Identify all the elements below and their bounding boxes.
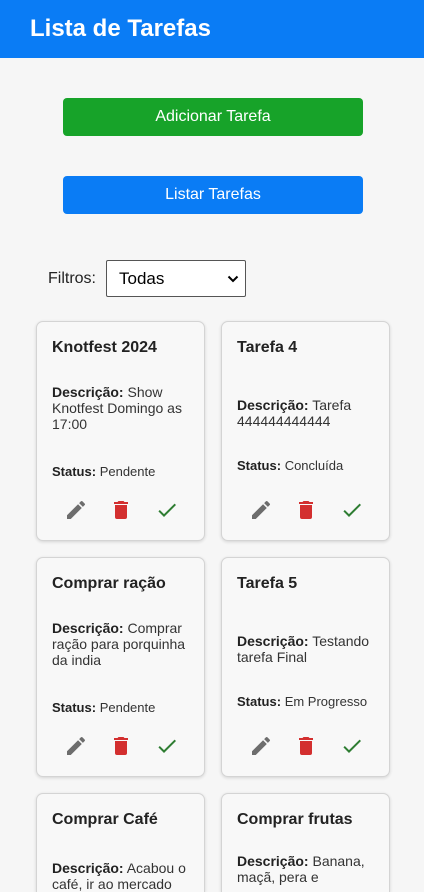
complete-button[interactable] (340, 734, 364, 758)
complete-button[interactable] (155, 734, 179, 758)
task-title: Tarefa 4 (237, 339, 298, 356)
pencil-icon (67, 736, 86, 755)
task-description: Descrição: Show Knotfest Domingo as 17:0… (52, 384, 190, 432)
task-title: Knotfest 2024 (52, 339, 157, 356)
description-label: Descrição: (237, 633, 309, 649)
delete-button[interactable] (109, 498, 133, 522)
task-title: Tarefa 5 (237, 575, 298, 592)
filter-selected-value: Todas (119, 268, 165, 288)
task-card: Knotfest 2024 Descrição: Show Knotfest D… (36, 321, 205, 541)
status-value: Em Progresso (284, 694, 368, 709)
pencil-icon (252, 736, 271, 755)
complete-button[interactable] (155, 498, 179, 522)
check-icon (343, 503, 361, 517)
description-label: Descrição: (237, 853, 309, 869)
task-actions (249, 734, 369, 758)
chevron-down-icon (227, 275, 239, 282)
filter-select[interactable]: Todas (106, 260, 246, 297)
task-title: Comprar ração (52, 575, 166, 592)
edit-button[interactable] (64, 734, 88, 758)
task-status: Status: Concluída (237, 458, 343, 473)
status-label: Status: (52, 700, 97, 715)
task-actions (249, 498, 369, 522)
task-actions (64, 734, 184, 758)
check-icon (158, 503, 176, 517)
status-value: Pendente (99, 464, 156, 479)
list-tasks-button[interactable]: Listar Tarefas (63, 176, 363, 214)
description-label: Descrição: (52, 860, 124, 876)
task-description: Descrição: Banana, maçã, pera e (237, 853, 375, 885)
pencil-icon (252, 500, 271, 519)
trash-icon (299, 501, 313, 519)
edit-button[interactable] (249, 734, 273, 758)
status-value: Pendente (99, 700, 156, 715)
task-description: Descrição: Comprar ração para porquinha … (52, 620, 190, 668)
status-label: Status: (237, 694, 282, 709)
check-icon (158, 739, 176, 753)
filter-row: Filtros: Todas (48, 260, 246, 297)
edit-button[interactable] (64, 498, 88, 522)
task-description: Descrição: Testando tarefa Final (237, 633, 375, 665)
description-label: Descrição: (52, 620, 124, 636)
description-label: Descrição: (237, 397, 309, 413)
trash-icon (114, 501, 128, 519)
task-card: Comprar ração Descrição: Comprar ração p… (36, 557, 205, 777)
trash-icon (299, 737, 313, 755)
delete-button[interactable] (109, 734, 133, 758)
status-label: Status: (52, 464, 97, 479)
task-description: Descrição: Acabou o café, ir ao mercado (52, 860, 190, 892)
task-actions (64, 498, 184, 522)
description-label: Descrição: (52, 384, 124, 400)
status-label: Status: (237, 458, 282, 473)
check-icon (343, 739, 361, 753)
status-value: Concluída (284, 458, 344, 473)
trash-icon (114, 737, 128, 755)
complete-button[interactable] (340, 498, 364, 522)
task-card: Tarefa 5 Descrição: Testando tarefa Fina… (221, 557, 390, 777)
pencil-icon (67, 500, 86, 519)
delete-button[interactable] (294, 734, 318, 758)
task-status: Status: Em Progresso (237, 694, 367, 709)
task-card: Tarefa 4 Descrição: Tarefa 444444444444 … (221, 321, 390, 541)
edit-button[interactable] (249, 498, 273, 522)
delete-button[interactable] (294, 498, 318, 522)
task-title: Comprar Café (52, 811, 158, 828)
task-status: Status: Pendente (52, 700, 155, 715)
task-card: Comprar Café Descrição: Acabou o café, i… (36, 793, 205, 892)
add-task-button[interactable]: Adicionar Tarefa (63, 98, 363, 136)
filter-label: Filtros: (48, 269, 96, 287)
task-description: Descrição: Tarefa 444444444444 (237, 397, 375, 429)
task-status: Status: Pendente (52, 464, 155, 479)
app-header: Lista de Tarefas (0, 0, 424, 58)
task-title: Comprar frutas (237, 811, 353, 828)
task-card: Comprar frutas Descrição: Banana, maçã, … (221, 793, 390, 892)
page-title: Lista de Tarefas (30, 15, 211, 42)
